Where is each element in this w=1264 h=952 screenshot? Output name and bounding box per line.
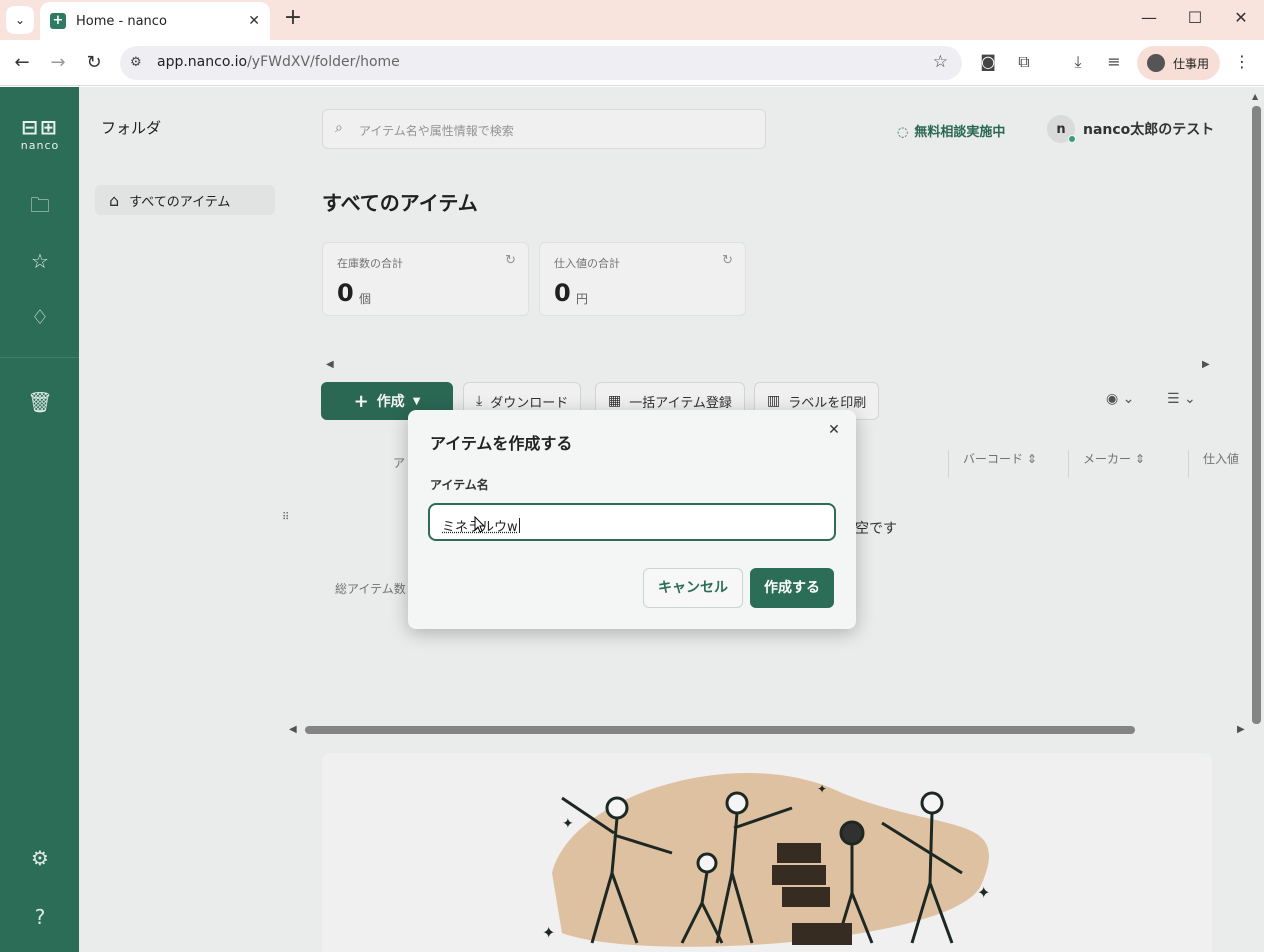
logo-mark-icon: ⊟⊞ [21, 115, 59, 139]
reload-button[interactable]: ↻ [83, 52, 105, 74]
site-info-icon[interactable]: ⚙ [130, 55, 142, 70]
nanco-favicon-icon: + [50, 13, 66, 29]
extensions-icon[interactable]: ⧉ [1013, 52, 1035, 72]
bell-icon[interactable]: ♢ [26, 303, 54, 331]
tab-close-icon[interactable]: ✕ [248, 13, 260, 29]
help-icon[interactable]: ? [26, 903, 54, 931]
item-name-label: アイテム名 [430, 478, 489, 492]
logo-text: nanco [20, 139, 60, 152]
tab-title: Home - nanco [76, 13, 167, 29]
settings-icon[interactable]: ⚙ [26, 844, 54, 872]
panel-resize-handle[interactable]: ⠿ [282, 512, 289, 523]
folder-icon[interactable]: 🗀 [26, 191, 54, 219]
back-button[interactable]: ← [11, 52, 33, 74]
app-sidebar: ⊟⊞ nanco 🗀 ☆ ♢ 🗑 ⚙ ? [0, 87, 79, 952]
forward-button[interactable]: → [47, 52, 69, 74]
camera-icon[interactable]: ◙ [977, 52, 999, 71]
download-icon[interactable]: ⤓ [1067, 52, 1089, 72]
profile-button[interactable]: 仕事用 [1137, 46, 1220, 80]
trash-icon[interactable]: 🗑 [26, 388, 54, 416]
media-control-icon[interactable]: ≡ [1103, 52, 1125, 71]
bookmark-star-icon[interactable]: ☆ [933, 52, 948, 72]
sidebar-divider [0, 357, 79, 358]
close-icon[interactable]: ✕ [826, 422, 842, 438]
browser-menu-icon[interactable]: ⋮ [1234, 52, 1250, 71]
nanco-logo[interactable]: ⊟⊞ nanco [16, 115, 64, 152]
create-submit-button[interactable]: 作成する [750, 568, 834, 608]
minimize-button[interactable]: — [1139, 8, 1159, 27]
cancel-button[interactable]: キャンセル [643, 568, 743, 608]
close-window-button[interactable]: ✕ [1231, 8, 1251, 27]
url-text: app.nanco.io/yFWdXV/folder/home [157, 54, 400, 70]
text-caret [518, 518, 520, 533]
maximize-button[interactable]: ☐ [1185, 8, 1205, 27]
address-bar[interactable]: ⚙ app.nanco.io/yFWdXV/folder/home ☆ [120, 46, 962, 80]
profile-avatar [1147, 54, 1165, 72]
browser-tab[interactable]: + Home - nanco ✕ [40, 2, 270, 40]
tab-search-button[interactable]: ⌄ [6, 6, 34, 34]
mouse-cursor-icon [474, 516, 486, 533]
new-tab-button[interactable]: + [282, 7, 304, 30]
browser-toolbar: ← → ↻ ⚙ app.nanco.io/yFWdXV/folder/home … [0, 40, 1264, 86]
browser-tabbar: ⌄ + Home - nanco ✕ + — ☐ ✕ [0, 0, 1264, 40]
star-icon[interactable]: ☆ [26, 247, 54, 275]
dialog-title: アイテムを作成する [430, 434, 573, 453]
profile-label: 仕事用 [1173, 56, 1210, 71]
